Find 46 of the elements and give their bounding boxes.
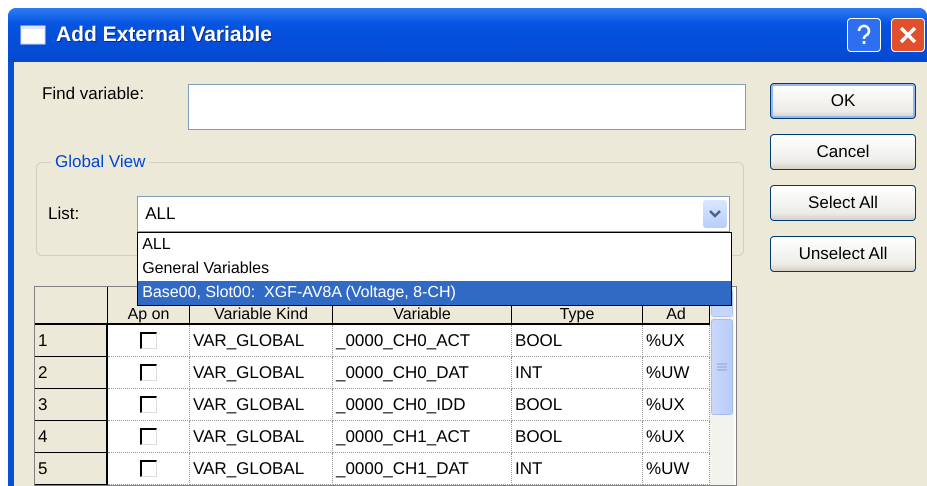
scroll-thumb[interactable] — [711, 319, 733, 415]
table-cell: _0000_CH1_ACT — [333, 421, 512, 453]
table-cell: INT — [512, 453, 643, 485]
row-number: 3 — [35, 389, 108, 421]
window-icon — [20, 25, 46, 45]
table-cell: VAR_GLOBAL — [190, 325, 333, 357]
table-cell: VAR_GLOBAL — [190, 357, 333, 389]
help-button[interactable] — [847, 18, 881, 52]
dropdown-value: ALL — [145, 204, 176, 224]
vertical-scrollbar[interactable] — [710, 287, 734, 485]
table-cell: VAR_GLOBAL — [190, 421, 333, 453]
dialog-button[interactable]: OK — [770, 83, 916, 119]
find-variable-label: Find variable: — [42, 84, 144, 104]
group-title: Global View — [54, 152, 146, 172]
dialog-button[interactable]: Select All — [770, 185, 916, 221]
row-checkbox[interactable] — [140, 332, 157, 349]
row-number: 2 — [35, 357, 108, 389]
row-number: 1 — [35, 325, 108, 357]
row-checkbox[interactable] — [140, 364, 157, 381]
table-cell: _0000_CH0_IDD — [333, 389, 512, 421]
table-cell: _0000_CH0_ACT — [333, 325, 512, 357]
close-button[interactable] — [891, 18, 925, 52]
row-number: 5 — [35, 453, 108, 485]
list-label: List: — [48, 204, 80, 224]
row-checkbox[interactable] — [140, 460, 157, 477]
table-cell: BOOL — [512, 421, 643, 453]
dialog-button[interactable]: Unselect All — [770, 236, 916, 272]
table-cell: _0000_CH1_DAT — [333, 453, 512, 485]
row-checkbox[interactable] — [140, 396, 157, 413]
help-icon — [856, 24, 872, 46]
dropdown-button[interactable] — [703, 200, 728, 228]
dropdown-option[interactable]: Base00, Slot00: XGF-AV8A (Voltage, 8-CH) — [138, 281, 732, 305]
grip-icon — [717, 363, 727, 371]
table-cell: BOOL — [512, 389, 643, 421]
table-cell: VAR_GLOBAL — [190, 389, 333, 421]
table-cell: VAR_GLOBAL — [190, 453, 333, 485]
table-cell: _0000_CH0_DAT — [333, 357, 512, 389]
find-variable-field[interactable] — [188, 84, 746, 130]
close-icon — [898, 25, 918, 45]
row-checkbox[interactable] — [140, 428, 157, 445]
table-cell: INT — [512, 357, 643, 389]
window-title: Add External Variable — [56, 23, 273, 47]
chevron-down-icon — [709, 210, 722, 218]
table-cell: BOOL — [512, 325, 643, 357]
dialog-button[interactable]: Cancel — [770, 134, 916, 170]
row-number: 4 — [35, 421, 108, 453]
